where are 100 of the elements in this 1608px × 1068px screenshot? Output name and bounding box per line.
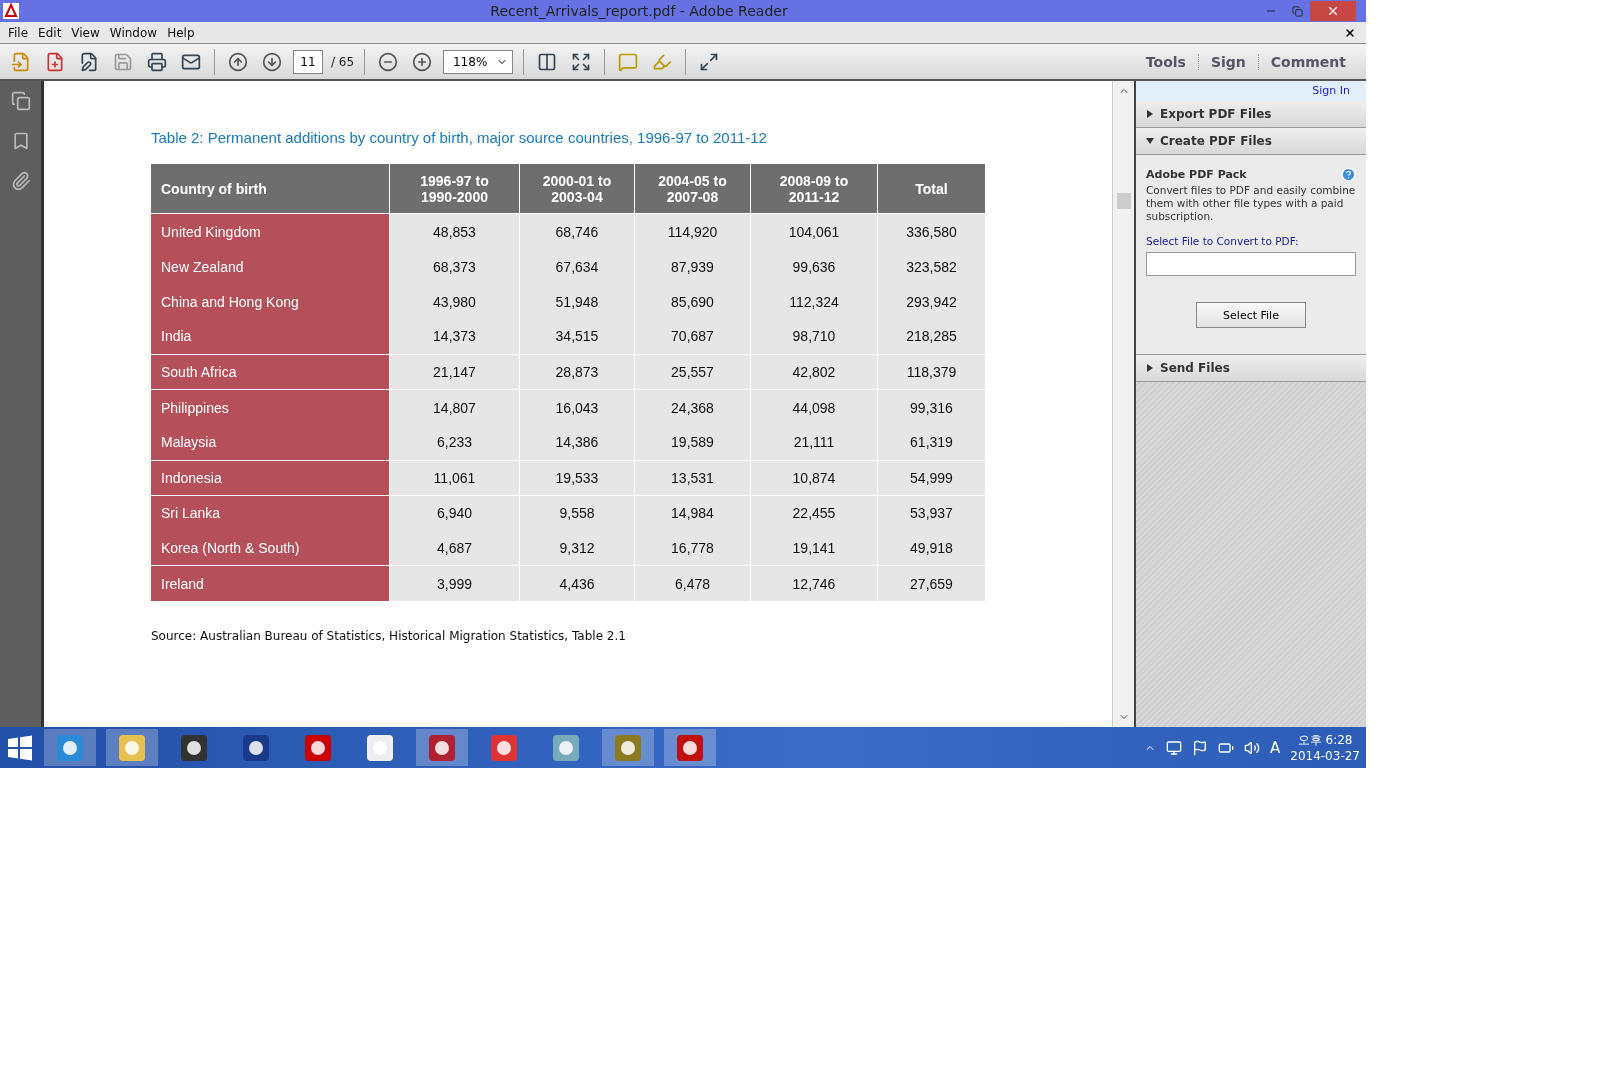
country-cell: New Zealand [151,250,389,285]
table-cell: 14,373 [390,319,519,354]
country-cell: Sri Lanka [151,496,389,531]
table-cell: 16,778 [635,530,750,566]
country-cell: Philippines [151,390,389,425]
country-cell: Ireland [151,566,389,601]
table-cell: 43,980 [390,284,519,320]
network-icon[interactable] [1166,739,1182,756]
help-icon[interactable] [1341,167,1356,182]
expanded-triangle-icon [1146,137,1154,145]
select-file-button[interactable]: Select File [1196,302,1306,328]
table-cell: 6,233 [390,424,519,460]
table-cell: 14,807 [390,390,519,425]
toolbar-tab[interactable]: Comment [1257,53,1358,70]
column-header: 1996-97 to 1990-2000 [390,164,519,213]
sign-in-link[interactable]: Sign In [1312,84,1350,97]
table-cell: 118,379 [878,354,985,390]
table-cell: 11,061 [390,460,519,496]
table-cell: 53,937 [878,496,985,531]
table-cell: 16,043 [520,390,634,425]
table-cell: 19,141 [751,530,877,566]
table-cell: 9,558 [520,496,634,531]
column-header: Total [878,164,985,213]
country-cell: India [151,319,389,354]
column-header: Country of birth [151,164,389,213]
table-cell: 51,948 [520,284,634,320]
flag-icon[interactable] [1192,739,1208,756]
clock-date[interactable]: 2014-03-27 [1290,747,1360,764]
table-title: Table 2: Permanent additions by country of birth, major source countries, 1996-97 to 2011-12 [151,129,768,146]
table-cell: 19,589 [635,424,750,460]
restore-icon [1291,5,1303,17]
table-cell: 48,853 [390,214,519,250]
collapsed-triangle-icon [1146,364,1154,372]
toolbar-tab[interactable]: Tools [1133,53,1198,70]
table-cell: 54,999 [878,460,985,496]
table-cell: 218,285 [878,319,985,354]
collapsed-triangle-icon [1146,110,1154,118]
input-language[interactable]: A [1270,738,1281,757]
scrollbar[interactable] [1112,81,1134,727]
table-cell: 44,098 [751,390,877,425]
table-cell: 68,373 [390,250,519,285]
column-header: 2004-05 to 2007-08 [635,164,750,213]
country-cell: United Kingdom [151,214,389,250]
country-cell: Korea (North & South) [151,530,389,566]
table-cell: 12,746 [751,566,877,601]
close-icon [1326,4,1340,18]
clock-time[interactable]: 오후 6:28 [1297,731,1353,748]
table-cell: 323,582 [878,250,985,285]
source-note: Source: Australian Bureau of Statistics, Historical Migration Statistics, Table 2.1 [151,628,627,643]
window-title: Recent_Arrivals_report.pdf - Adobe Reader [489,3,789,19]
table-cell: 104,061 [751,214,877,250]
table-cell: 21,111 [751,424,877,460]
column-header: 2008-09 to 2011-12 [751,164,877,213]
table-cell: 3,999 [390,566,519,601]
menu-item[interactable]: View [69,25,108,40]
table-cell: 99,316 [878,390,985,425]
table-cell: 4,436 [520,566,634,601]
table-cell: 49,918 [878,530,985,566]
table-cell: 6,478 [635,566,750,601]
table-cell: 19,533 [520,460,634,496]
country-cell: Indonesia [151,460,389,496]
table-cell: 114,920 [635,214,750,250]
table-cell: 27,659 [878,566,985,601]
field-label: Select File to Convert to PDF: [1146,235,1300,247]
table-cell: 24,368 [635,390,750,425]
table-cell: 14,984 [635,496,750,531]
table-cell: 21,147 [390,354,519,390]
pages-icon[interactable] [10,91,31,111]
toolbar-tab[interactable]: Sign [1197,53,1258,70]
table-cell: 14,386 [520,424,634,460]
table-cell: 67,634 [520,250,634,285]
table-cell: 42,802 [751,354,877,390]
start-icon[interactable] [6,733,34,762]
description-text: Convert files to PDF and easily combine them with other file types with a paid subscription. [1146,184,1356,223]
table-cell: 10,874 [751,460,877,496]
column-header: 2000-01 to 2003-04 [520,164,634,213]
close-document-icon[interactable] [1344,26,1356,39]
table-cell: 6,940 [390,496,519,531]
table-cell: 87,939 [635,250,750,285]
table-cell: 98,710 [751,319,877,354]
file-input-field[interactable] [1146,252,1356,276]
attachment-icon[interactable] [10,171,31,191]
page-total: / 65 [331,54,355,69]
page-number-field[interactable]: 11 [293,49,323,74]
table-cell: 4,687 [390,530,519,566]
menu-item[interactable]: Window [107,25,166,40]
table-cell: 85,690 [635,284,750,320]
table-cell: 293,942 [878,284,985,320]
zoom-dropdown[interactable]: 118% [443,49,514,74]
menu-item[interactable]: File [6,25,37,40]
table-cell: 70,687 [635,319,750,354]
section-heading: Adobe PDF Pack [1146,168,1247,181]
country-cell: South Africa [151,354,389,390]
menu-item[interactable]: Edit [36,25,70,40]
menu-item[interactable]: Help [165,25,203,40]
volume-icon[interactable] [1244,739,1260,756]
table-cell: 112,324 [751,284,877,320]
country-cell: China and Hong Kong [151,284,389,320]
scroll-thumb[interactable] [1116,193,1131,209]
table-cell: 61,319 [878,424,985,460]
